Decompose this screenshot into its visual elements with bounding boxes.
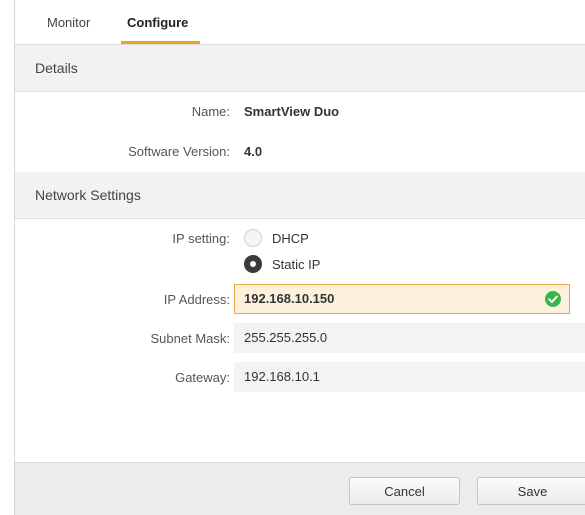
ip-setting-label: IP setting: [172,231,230,246]
gateway-label: Gateway: [175,370,230,385]
save-button[interactable]: Save [477,477,585,505]
gateway-field[interactable]: 192.168.10.1 [234,362,585,392]
ip-address-field[interactable]: 192.168.10.150 [234,284,570,314]
tab-bar: Monitor Configure [15,0,585,45]
subnet-mask-label: Subnet Mask: [150,331,231,346]
software-version-label: Software Version: [128,144,230,159]
details-section-header: Details [15,45,585,92]
tab-configure-label: Configure [127,15,189,30]
static-ip-label[interactable]: Static IP [272,257,320,272]
check-circle-icon [545,291,561,307]
active-tab-indicator [121,41,201,44]
subnet-mask-field[interactable]: 255.255.255.0 [234,323,585,353]
subnet-mask-value[interactable]: 255.255.255.0 [244,330,327,345]
software-version-value: 4.0 [244,144,263,159]
tab-monitor-label: Monitor [47,15,91,30]
network-settings-section-header: Network Settings [15,172,585,219]
name-label: Name: [191,104,230,119]
tab-monitor[interactable]: Monitor [47,0,90,44]
dhcp-radio[interactable] [244,229,262,247]
configure-window: Monitor Configure Details Name: SmartVie… [14,0,585,515]
dhcp-label[interactable]: DHCP [272,231,309,246]
name-value: SmartView Duo [244,104,340,119]
cancel-button[interactable]: Cancel [349,477,460,505]
static-ip-radio[interactable] [244,255,262,273]
tab-configure[interactable]: Configure [121,0,201,44]
footer-bar: Cancel Save [15,462,585,515]
ip-address-value[interactable]: 192.168.10.150 [244,291,334,306]
ip-address-label: IP Address: [163,292,230,307]
gateway-value[interactable]: 192.168.10.1 [244,369,320,384]
